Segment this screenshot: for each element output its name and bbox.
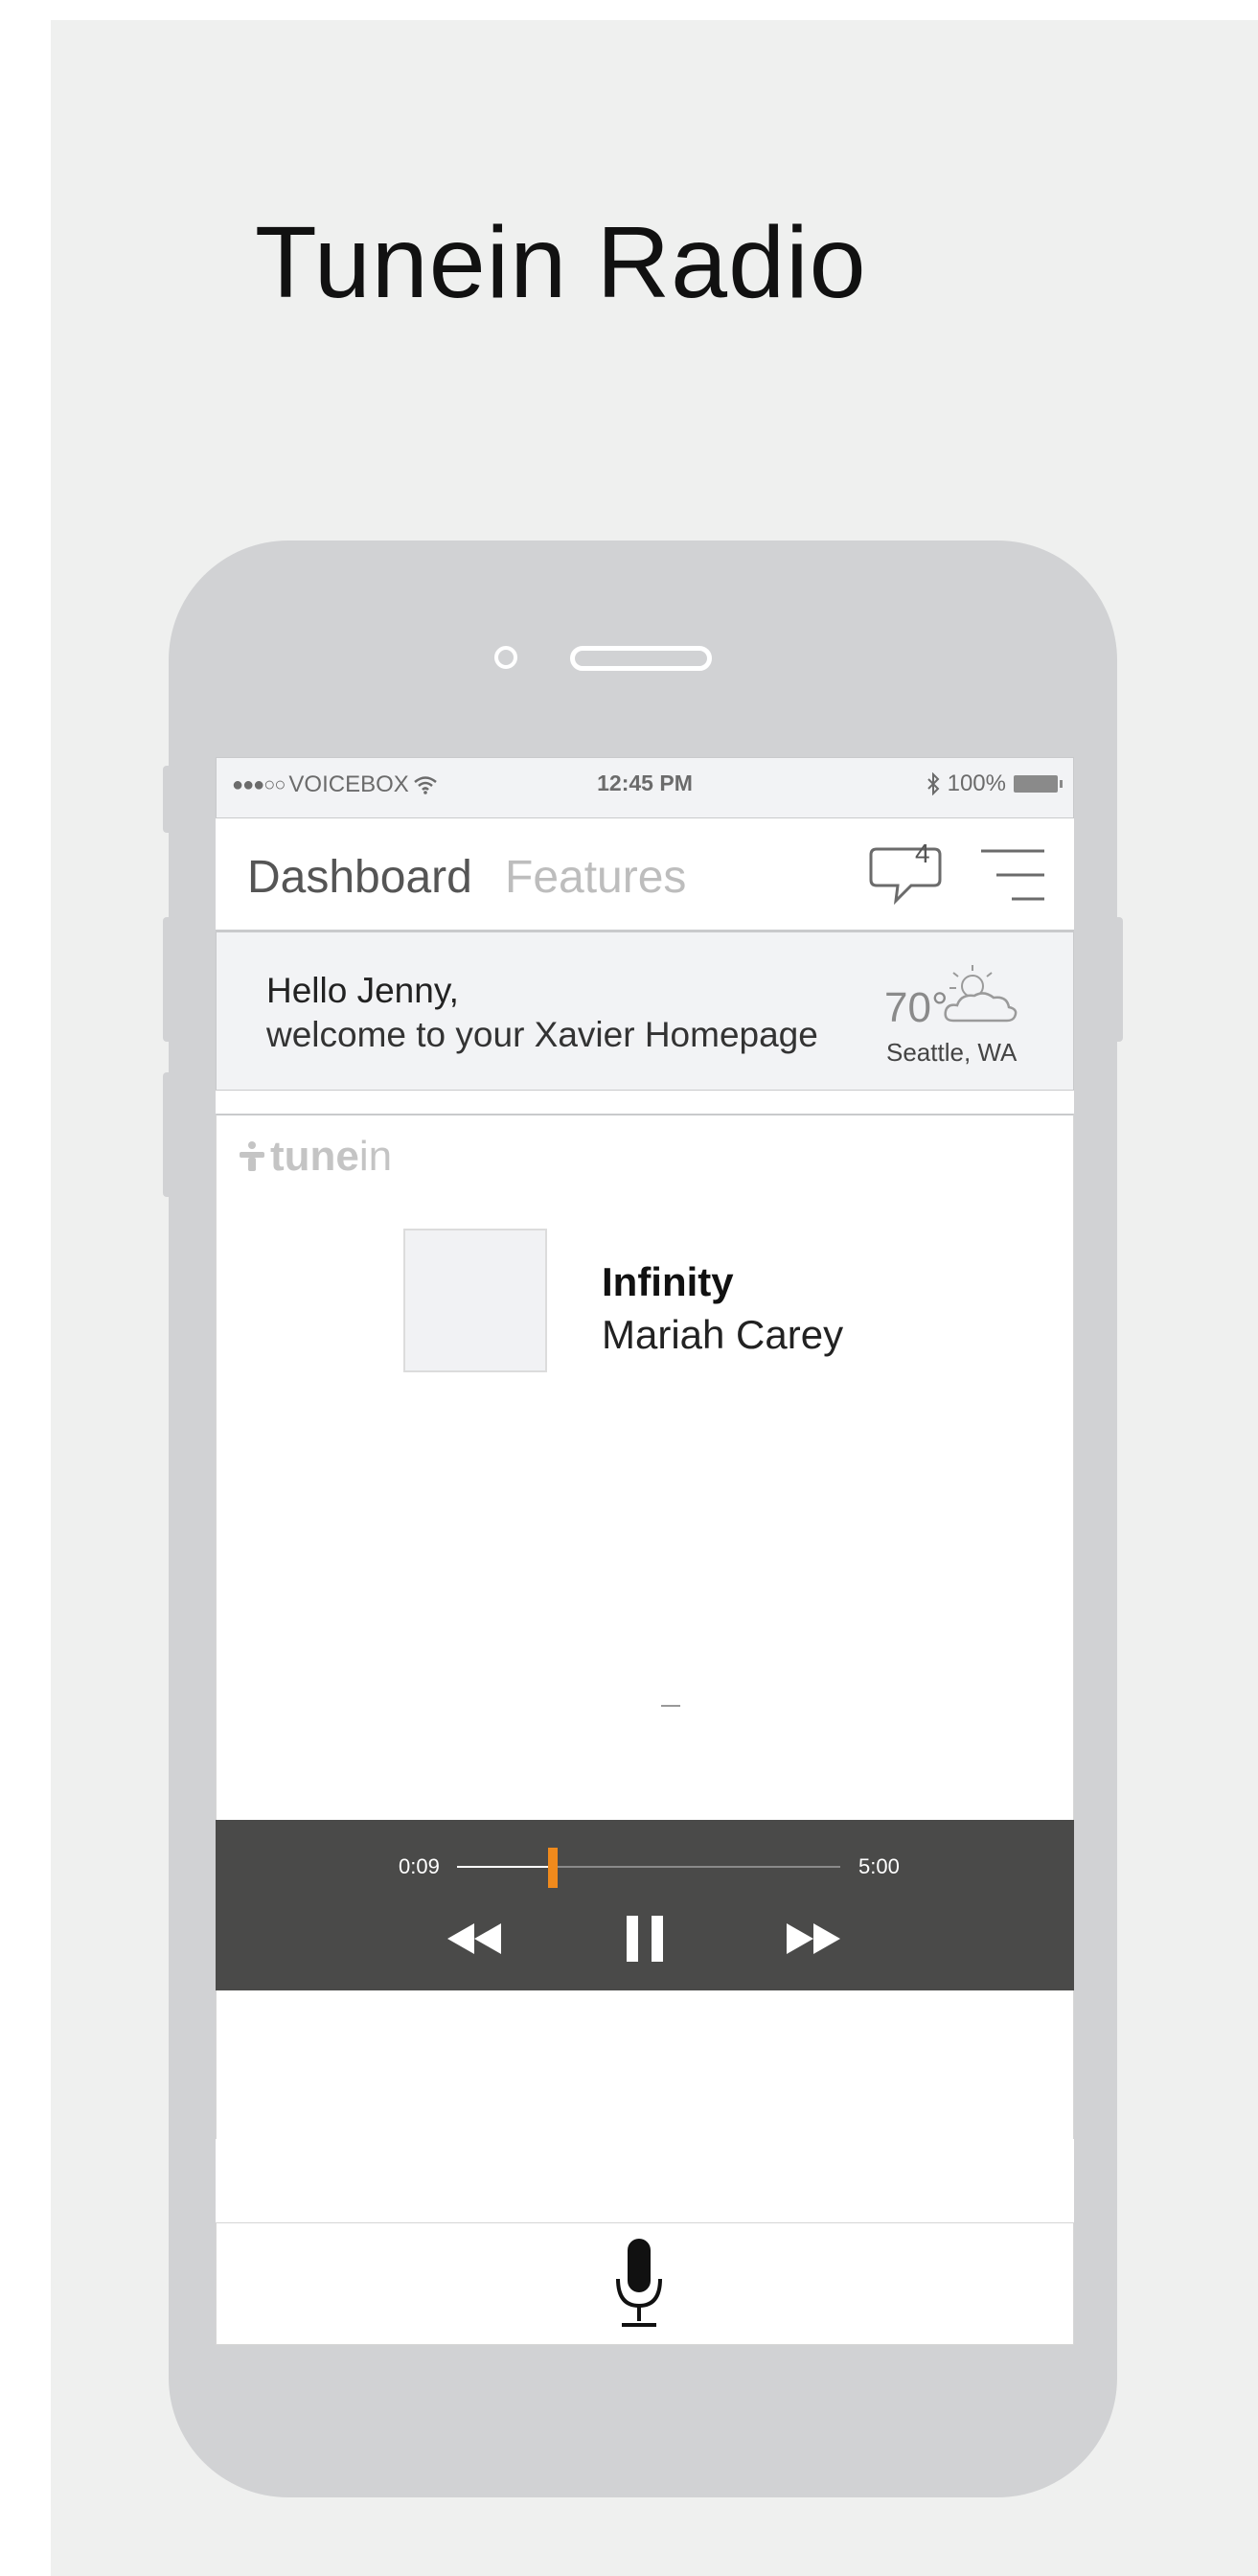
welcome-message: welcome to your Xavier Homepage [266,1015,818,1054]
temperature: 70° [884,984,949,1031]
voice-input-bar [216,2222,1074,2345]
volume-up-button [163,917,176,1042]
tab-features[interactable]: Features [505,851,686,904]
divider-mark [661,1705,680,1707]
notification-count: 4 [915,839,930,868]
rewind-icon[interactable] [444,1920,505,1958]
city-name: Seattle, WA [886,1038,1018,1067]
tunein-logo: tunein [240,1133,392,1181]
phone-frame: ●●●○○ VOICEBOX 12:45 PM 100% Dashboard F… [163,540,1123,2497]
app-header: Dashboard Features 4 [216,818,1074,932]
battery-icon [1014,775,1063,793]
progress-thumb[interactable] [548,1848,558,1888]
menu-icon[interactable] [979,847,1046,903]
earpiece-speaker [570,646,712,671]
page-title: Tunein Radio [255,206,867,319]
microphone-icon[interactable] [612,2237,666,2329]
track-artist: Mariah Carey [602,1312,844,1357]
album-art [403,1229,547,1372]
front-camera [494,646,517,669]
phone-screen: ●●●○○ VOICEBOX 12:45 PM 100% Dashboard F… [216,757,1074,2345]
status-bar: ●●●○○ VOICEBOX 12:45 PM 100% [216,757,1074,819]
chat-bubble-icon[interactable]: 4 [867,838,946,910]
greeting: Hello Jenny, [266,971,459,1010]
tab-dashboard[interactable]: Dashboard [247,851,472,904]
progress-fill [457,1866,553,1868]
volume-down-button [163,1072,176,1197]
pause-icon[interactable] [624,1914,666,1964]
partly-cloudy-icon [944,965,1018,1023]
power-button [1109,917,1123,1042]
track-title: Infinity [602,1259,734,1304]
elapsed-time: 0:09 [399,1854,440,1878]
welcome-panel: Hello Jenny, welcome to your Xavier Home… [216,932,1074,1091]
battery-percentage: 100% [947,770,1006,796]
progress-slider[interactable] [457,1848,840,1888]
player-controls: 0:09 5:00 [216,1820,1074,1990]
logo-text-bold: tune [270,1133,359,1180]
fast-forward-icon[interactable] [783,1920,844,1958]
bluetooth-icon [926,772,940,795]
logo-text-light: in [358,1133,393,1180]
tunein-logo-icon [240,1141,264,1171]
mute-switch [163,766,176,833]
total-duration: 5:00 [858,1854,900,1878]
